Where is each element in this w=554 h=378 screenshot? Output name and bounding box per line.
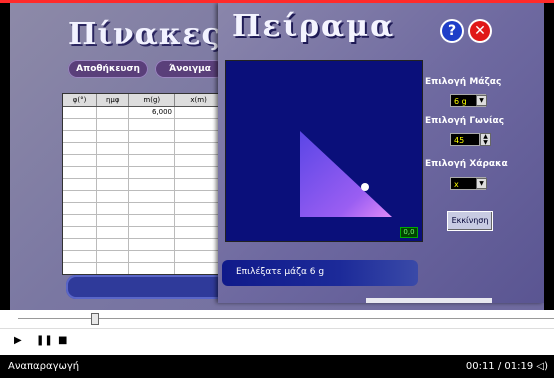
tables-title: Πίνακες [68, 17, 221, 52]
experiment-title: Πείραμα [232, 9, 396, 44]
table-cell [63, 107, 97, 118]
save-button[interactable]: Αποθήκευση [68, 60, 148, 78]
right-letterbox [544, 3, 554, 310]
left-letterbox [0, 3, 10, 310]
experiment-status-bar: Επιλέξατε μάζα 6 g [222, 260, 418, 286]
experiment-panel: Πείραμα ? ✕ 0,0 Επιλογή Μάζας 6 g ▼ Επιλ… [218, 3, 544, 303]
table-row [63, 239, 223, 251]
player-controls [0, 328, 554, 355]
table-row [63, 155, 223, 167]
column-header: x(m) [175, 94, 223, 106]
inclined-plane [300, 131, 392, 217]
seek-bar-area [0, 310, 554, 328]
table-cell [175, 107, 223, 118]
divider-bar [366, 298, 492, 303]
stop-icon[interactable]: ■ [58, 335, 67, 346]
playback-state: Αναπαραγωγή [8, 361, 80, 372]
mass-ball[interactable] [361, 183, 369, 191]
close-icon[interactable]: ✕ [470, 21, 490, 41]
seek-thumb[interactable] [91, 313, 99, 325]
angle-input[interactable]: 45 [450, 133, 480, 146]
video-frame: Πίνακες Αποθήκευση Άνοιγμα φ(°) ημφ m(g)… [10, 3, 544, 310]
dropdown-arrow-icon[interactable]: ▼ [476, 178, 487, 189]
angle-label: Επιλογή Γωνίας [425, 116, 505, 126]
table-row [63, 191, 223, 203]
table-cell: 6,000 [129, 107, 175, 118]
open-button[interactable]: Άνοιγμα [155, 60, 225, 78]
incline-drawing [300, 131, 392, 217]
table-row [63, 119, 223, 131]
table-row: 6,000 [63, 107, 223, 119]
background-status-pill [66, 275, 236, 299]
column-header: φ(°) [63, 94, 98, 106]
table-row [63, 227, 223, 239]
table-row [63, 131, 223, 143]
help-icon[interactable]: ? [442, 21, 462, 41]
pause-icon[interactable]: ❚❚ [36, 335, 53, 346]
simulation-canvas: 0,0 [225, 60, 423, 242]
dropdown-arrow-icon[interactable]: ▼ [476, 95, 487, 106]
table-row [63, 203, 223, 215]
table-row [63, 179, 223, 191]
time-text: 00:11 / 01:19 [465, 361, 534, 372]
time-readout: 00:11 / 01:19 ◁) [466, 361, 548, 372]
status-text: Επιλέξατε μάζα 6 g [236, 267, 325, 277]
player-status-bar: Αναπαραγωγή 00:11 / 01:19 ◁) [0, 356, 554, 378]
canvas-readout: 0,0 [400, 227, 418, 238]
column-header: ημφ [97, 94, 130, 106]
play-icon[interactable]: ▶ [14, 335, 22, 346]
table-row [63, 167, 223, 179]
table-header: φ(°) ημφ m(g) x(m) [63, 94, 223, 107]
table-row [63, 263, 223, 274]
table-cell [97, 107, 129, 118]
start-button[interactable]: Εκκίνηση [447, 211, 493, 231]
table-row [63, 251, 223, 263]
column-header: m(g) [129, 94, 176, 106]
table-row [63, 143, 223, 155]
results-table: φ(°) ημφ m(g) x(m) 6,000 [62, 93, 224, 275]
spinner-icon[interactable]: ▲ ▼ [480, 133, 491, 146]
volume-icon[interactable]: ◁) [536, 361, 548, 372]
scale-label: Επιλογή Χάρακα [425, 159, 508, 169]
mass-label: Επιλογή Μάζας [425, 77, 502, 87]
table-row [63, 215, 223, 227]
